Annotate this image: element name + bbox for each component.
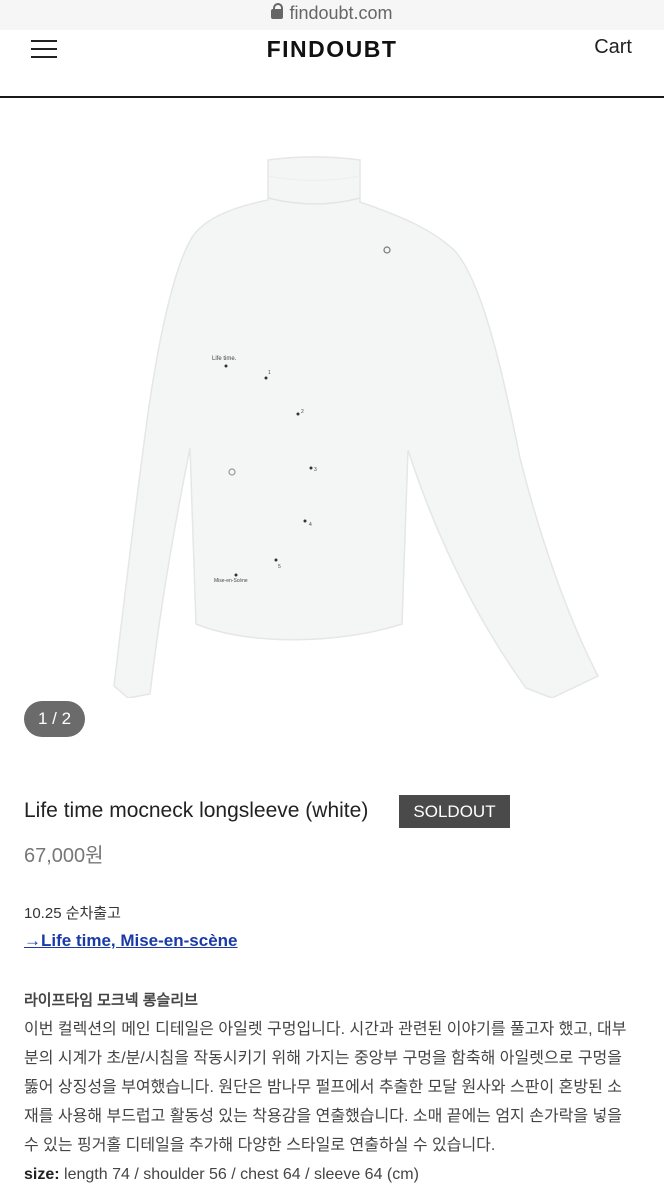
print-number-3: 3 (314, 467, 317, 473)
size-label: size: (24, 1166, 60, 1183)
print-number-1: 1 (268, 370, 271, 376)
browser-url-bar[interactable]: findoubt.com (0, 0, 664, 30)
print-number-5: 5 (278, 564, 281, 570)
description-line: 뚫어 상징성을 부여했습니다. 원단은 밤나무 펄프에서 추출한 모달 원사와 … (24, 1079, 622, 1096)
product-description: 이번 컬렉션의 메인 디테일은 아일렛 구멍입니다. 시간과 관련된 이야기를 … (24, 1015, 640, 1160)
url-display[interactable]: findoubt.com (0, 3, 664, 24)
description-line: 재를 사용해 부드럽고 활동성 있는 착용감을 연출했습니다. 소매 끝에는 엄… (24, 1108, 622, 1125)
cart-link[interactable]: Cart (594, 36, 632, 59)
image-counter: 1 / 2 (24, 701, 85, 737)
soldout-badge: SOLDOUT (399, 795, 510, 828)
release-info: 10.25 순차출고 (24, 905, 121, 922)
description-line: 수 있는 핑거홀 디테일을 추가해 다양한 스타일로 연출하실 수 있습니다. (24, 1137, 496, 1154)
product-title: Life time mocneck longsleeve (white) (24, 799, 369, 822)
site-logo[interactable]: FINDOUBT (0, 36, 664, 63)
product-image-gallery[interactable]: Life time. 1 2 3 4 5 Mise-en-Scène (0, 98, 664, 750)
print-mise-en-scene: Mise-en-Scène (214, 578, 248, 584)
product-subtitle: 라이프타임 모크넥 롱슬리브 (24, 992, 198, 1009)
product-image: Life time. 1 2 3 4 5 Mise-en-Scène (113, 156, 600, 698)
print-number-2: 2 (301, 409, 304, 415)
url-text: findoubt.com (289, 3, 393, 23)
product-price: 67,000원 (24, 845, 104, 867)
lock-icon (271, 3, 284, 19)
description-line: 이번 컬렉션의 메인 디테일은 아일렛 구멍입니다. 시간과 관련된 이야기를 … (24, 1021, 627, 1038)
site-header: FINDOUBT Cart (0, 30, 664, 98)
size-info: size: length 74 / shoulder 56 / chest 64… (24, 1166, 419, 1184)
description-line: 분의 시계가 초/분/시침을 작동시키기 위해 가지는 중앙부 구멍을 함축해 … (24, 1050, 622, 1067)
collection-link[interactable]: →Life time, Mise-en-scène (24, 931, 238, 951)
print-number-4: 4 (309, 522, 312, 528)
print-life-time: Life time. (212, 356, 237, 362)
size-value: length 74 / shoulder 56 / chest 64 / sle… (64, 1166, 419, 1183)
